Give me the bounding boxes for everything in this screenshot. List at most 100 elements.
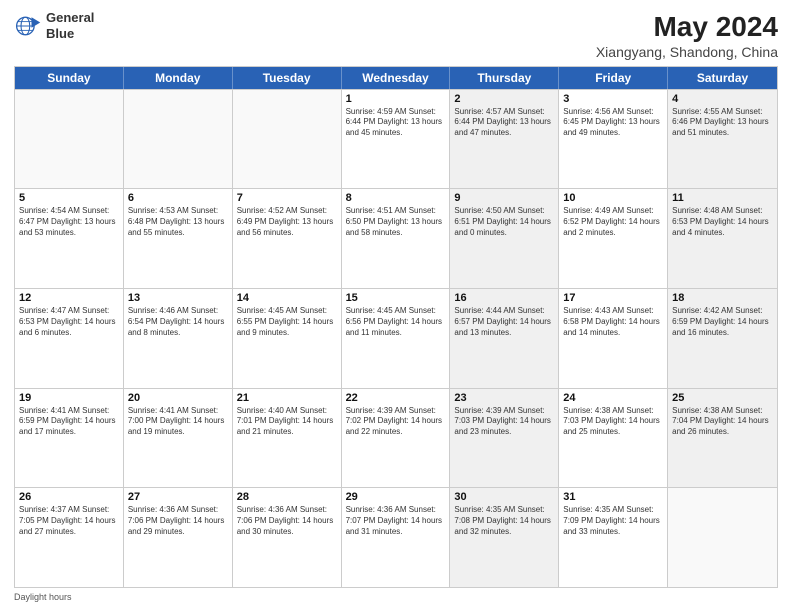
calendar-row: 12 Sunrise: 4:47 AM Sunset: 6:53 PM Dayli… [15,288,777,388]
day-number: 14 [237,292,337,304]
day-number: 3 [563,93,663,105]
cell-info: Sunrise: 4:45 AM Sunset: 6:56 PM Dayligh… [346,306,446,338]
calendar-cell: 15 Sunrise: 4:45 AM Sunset: 6:56 PM Dayli… [342,289,451,388]
cell-info: Sunrise: 4:41 AM Sunset: 6:59 PM Dayligh… [19,406,119,438]
calendar-header-cell: Thursday [450,67,559,89]
logo-line2: Blue [46,26,94,42]
calendar-cell [124,90,233,189]
calendar-cell: 31 Sunrise: 4:35 AM Sunset: 7:09 PM Dayli… [559,488,668,587]
day-number: 27 [128,491,228,503]
footer-text: Daylight hours [14,592,72,602]
calendar-header-cell: Monday [124,67,233,89]
day-number: 19 [19,392,119,404]
calendar-cell: 10Sunrise: 4:49 AM Sunset: 6:52 PM Dayli… [559,189,668,288]
calendar: SundayMondayTuesdayWednesdayThursdayFrid… [14,66,778,588]
calendar-header-cell: Friday [559,67,668,89]
calendar-cell [15,90,124,189]
calendar-cell: 16Sunrise: 4:44 AM Sunset: 6:57 PM Dayli… [450,289,559,388]
header: General Blue May 2024 Xiangyang, Shandon… [14,10,778,60]
calendar-cell: 3 Sunrise: 4:56 AM Sunset: 6:45 PM Daylig… [559,90,668,189]
day-number: 17 [563,292,663,304]
cell-info: Sunrise: 4:46 AM Sunset: 6:54 PM Dayligh… [128,306,228,338]
cell-info: Sunrise: 4:59 AM Sunset: 6:44 PM Dayligh… [346,107,446,139]
main-title: May 2024 [596,10,778,44]
calendar-cell: 5 Sunrise: 4:54 AM Sunset: 6:47 PM Daylig… [15,189,124,288]
day-number: 20 [128,392,228,404]
day-number: 15 [346,292,446,304]
cell-info: Sunrise: 4:47 AM Sunset: 6:53 PM Dayligh… [19,306,119,338]
day-number: 12 [19,292,119,304]
calendar-cell: 1Sunrise: 4:59 AM Sunset: 6:44 PM Daylig… [342,90,451,189]
calendar-cell: 29 Sunrise: 4:36 AM Sunset: 7:07 PM Dayli… [342,488,451,587]
cell-info: Sunrise: 4:42 AM Sunset: 6:59 PM Dayligh… [672,306,773,338]
calendar-body: 1Sunrise: 4:59 AM Sunset: 6:44 PM Daylig… [15,89,777,587]
cell-info: Sunrise: 4:35 AM Sunset: 7:08 PM Dayligh… [454,505,554,537]
day-number: 7 [237,192,337,204]
day-number: 5 [19,192,119,204]
cell-info: Sunrise: 4:50 AM Sunset: 6:51 PM Dayligh… [454,206,554,238]
calendar-cell: 25Sunrise: 4:38 AM Sunset: 7:04 PM Dayli… [668,389,777,488]
cell-info: Sunrise: 4:55 AM Sunset: 6:46 PM Dayligh… [672,107,773,139]
cell-info: Sunrise: 4:48 AM Sunset: 6:53 PM Dayligh… [672,206,773,238]
subtitle: Xiangyang, Shandong, China [596,44,778,60]
cell-info: Sunrise: 4:39 AM Sunset: 7:03 PM Dayligh… [454,406,554,438]
cell-info: Sunrise: 4:36 AM Sunset: 7:07 PM Dayligh… [346,505,446,537]
calendar-cell [668,488,777,587]
calendar-cell: 9 Sunrise: 4:50 AM Sunset: 6:51 PM Daylig… [450,189,559,288]
calendar-cell: 13 Sunrise: 4:46 AM Sunset: 6:54 PM Dayli… [124,289,233,388]
calendar-cell: 20Sunrise: 4:41 AM Sunset: 7:00 PM Dayli… [124,389,233,488]
cell-info: Sunrise: 4:51 AM Sunset: 6:50 PM Dayligh… [346,206,446,238]
calendar-cell: 30 Sunrise: 4:35 AM Sunset: 7:08 PM Dayli… [450,488,559,587]
calendar-cell: 8 Sunrise: 4:51 AM Sunset: 6:50 PM Daylig… [342,189,451,288]
calendar-cell: 12 Sunrise: 4:47 AM Sunset: 6:53 PM Dayli… [15,289,124,388]
calendar-cell: 22Sunrise: 4:39 AM Sunset: 7:02 PM Dayli… [342,389,451,488]
calendar-row: 19 Sunrise: 4:41 AM Sunset: 6:59 PM Dayli… [15,388,777,488]
cell-info: Sunrise: 4:53 AM Sunset: 6:48 PM Dayligh… [128,206,228,238]
day-number: 9 [454,192,554,204]
calendar-cell: 26 Sunrise: 4:37 AM Sunset: 7:05 PM Dayli… [15,488,124,587]
day-number: 6 [128,192,228,204]
cell-info: Sunrise: 4:37 AM Sunset: 7:05 PM Dayligh… [19,505,119,537]
calendar-cell: 21Sunrise: 4:40 AM Sunset: 7:01 PM Dayli… [233,389,342,488]
day-number: 24 [563,392,663,404]
day-number: 2 [454,93,554,105]
day-number: 26 [19,491,119,503]
cell-info: Sunrise: 4:56 AM Sunset: 6:45 PM Dayligh… [563,107,663,139]
day-number: 30 [454,491,554,503]
day-number: 23 [454,392,554,404]
logo: General Blue [14,10,94,41]
calendar-cell: 4Sunrise: 4:55 AM Sunset: 6:46 PM Daylig… [668,90,777,189]
day-number: 29 [346,491,446,503]
calendar-cell: 7 Sunrise: 4:52 AM Sunset: 6:49 PM Daylig… [233,189,342,288]
calendar-cell: 2Sunrise: 4:57 AM Sunset: 6:44 PM Daylig… [450,90,559,189]
logo-text: General Blue [46,10,94,41]
cell-info: Sunrise: 4:35 AM Sunset: 7:09 PM Dayligh… [563,505,663,537]
calendar-cell: 19 Sunrise: 4:41 AM Sunset: 6:59 PM Dayli… [15,389,124,488]
cell-info: Sunrise: 4:43 AM Sunset: 6:58 PM Dayligh… [563,306,663,338]
calendar-cell: 6 Sunrise: 4:53 AM Sunset: 6:48 PM Daylig… [124,189,233,288]
day-number: 21 [237,392,337,404]
day-number: 28 [237,491,337,503]
calendar-cell: 28Sunrise: 4:36 AM Sunset: 7:06 PM Dayli… [233,488,342,587]
page: General Blue May 2024 Xiangyang, Shandon… [0,0,792,612]
day-number: 18 [672,292,773,304]
cell-info: Sunrise: 4:45 AM Sunset: 6:55 PM Dayligh… [237,306,337,338]
calendar-cell: 24Sunrise: 4:38 AM Sunset: 7:03 PM Dayli… [559,389,668,488]
day-number: 31 [563,491,663,503]
calendar-row: 26 Sunrise: 4:37 AM Sunset: 7:05 PM Dayli… [15,487,777,587]
calendar-cell: 14 Sunrise: 4:45 AM Sunset: 6:55 PM Dayli… [233,289,342,388]
cell-info: Sunrise: 4:52 AM Sunset: 6:49 PM Dayligh… [237,206,337,238]
cell-info: Sunrise: 4:38 AM Sunset: 7:04 PM Dayligh… [672,406,773,438]
calendar-header-cell: Sunday [15,67,124,89]
calendar-header-cell: Saturday [668,67,777,89]
calendar-header-cell: Wednesday [342,67,451,89]
day-number: 16 [454,292,554,304]
day-number: 8 [346,192,446,204]
title-block: May 2024 Xiangyang, Shandong, China [596,10,778,60]
calendar-cell [233,90,342,189]
calendar-cell: 17 Sunrise: 4:43 AM Sunset: 6:58 PM Dayli… [559,289,668,388]
cell-info: Sunrise: 4:54 AM Sunset: 6:47 PM Dayligh… [19,206,119,238]
day-number: 13 [128,292,228,304]
calendar-cell: 18 Sunrise: 4:42 AM Sunset: 6:59 PM Dayli… [668,289,777,388]
day-number: 22 [346,392,446,404]
